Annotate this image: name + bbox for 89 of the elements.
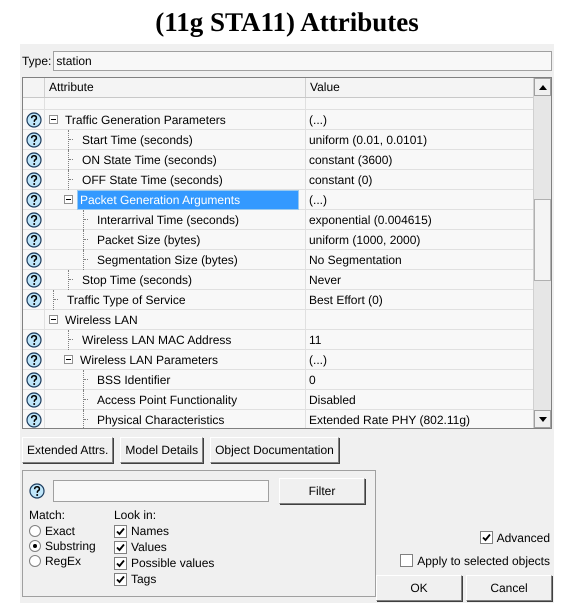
help-icon[interactable] xyxy=(29,483,45,499)
attribute-value[interactable]: uniform (1000, 2000) xyxy=(306,230,533,249)
help-icon[interactable] xyxy=(26,292,42,308)
attribute-name[interactable]: Start Time (seconds) xyxy=(80,130,195,148)
radio-label[interactable]: Substring xyxy=(45,536,96,554)
checkbox-label[interactable]: Values xyxy=(131,538,167,556)
attribute-name[interactable]: ON State Time (seconds) xyxy=(80,150,219,168)
attribute-name[interactable]: Stop Time (seconds) xyxy=(80,270,194,288)
help-icon[interactable] xyxy=(26,252,42,268)
collapse-icon[interactable] xyxy=(49,315,58,324)
help-icon[interactable] xyxy=(26,392,42,408)
checkbox-label[interactable]: Advanced xyxy=(496,528,550,546)
column-header[interactable]: Attribute xyxy=(45,78,306,97)
dialog-button[interactable]: Extended Attrs. xyxy=(22,437,114,463)
checkbox[interactable] xyxy=(114,524,127,538)
type-field[interactable]: station xyxy=(53,51,552,71)
scroll-down-button[interactable] xyxy=(534,410,551,428)
attribute-value[interactable]: exponential (0.004615) xyxy=(306,210,533,229)
attribute-name[interactable]: Wireless LAN xyxy=(63,310,140,328)
help-icon[interactable] xyxy=(26,152,42,168)
filter-button[interactable]: Filter xyxy=(279,478,365,504)
attribute-value[interactable]: (...) xyxy=(306,190,533,209)
help-icon[interactable] xyxy=(26,132,42,148)
dialog-button[interactable]: OK xyxy=(376,575,462,601)
checkbox[interactable] xyxy=(114,540,127,554)
help-icon[interactable] xyxy=(26,272,42,288)
attribute-name[interactable]: Interarrival Time (seconds) xyxy=(95,210,242,228)
collapse-icon[interactable] xyxy=(49,115,58,124)
checkbox-label[interactable]: Apply to selected objects xyxy=(417,552,550,570)
help-icon[interactable] xyxy=(26,212,42,228)
attribute-value[interactable]: Best Effort (0) xyxy=(306,290,533,309)
attribute-name[interactable]: Physical Characteristics xyxy=(95,410,226,428)
checkbox[interactable] xyxy=(400,554,414,567)
scrollbar[interactable] xyxy=(533,78,551,428)
type-label: Type: xyxy=(22,53,52,70)
dialog-button[interactable]: Cancel xyxy=(466,575,552,601)
up-arrow-icon xyxy=(538,84,546,90)
collapse-icon[interactable] xyxy=(64,355,73,364)
checkbox-label[interactable]: Names xyxy=(131,522,170,540)
look-in-label: Look in: xyxy=(114,508,158,523)
attribute-value[interactable]: uniform (0.01, 0.0101) xyxy=(306,130,533,149)
attribute-name[interactable]: Access Point Functionality xyxy=(95,390,240,408)
dialog-button[interactable]: Model Details xyxy=(120,437,204,463)
checkmark-icon xyxy=(482,533,491,542)
checkbox-label[interactable]: Tags xyxy=(131,570,156,588)
window-title: (11g STA11) Attributes xyxy=(154,6,420,39)
dialog-button[interactable]: Object Documentation xyxy=(210,437,339,463)
match-label: Match: xyxy=(29,508,66,523)
attribute-value[interactable]: constant (0) xyxy=(306,170,533,189)
attribute-value[interactable]: constant (3600) xyxy=(306,150,533,169)
radio-label[interactable]: Exact xyxy=(45,522,76,540)
attribute-value[interactable]: Extended Rate PHY (802.11g) xyxy=(306,410,533,428)
attribute-name[interactable]: Packet Size (bytes) xyxy=(95,230,202,248)
attribute-name[interactable]: Traffic Type of Service xyxy=(65,290,188,308)
attribute-value[interactable]: (...) xyxy=(306,110,533,129)
attribute-name[interactable]: Segmentation Size (bytes) xyxy=(95,250,240,268)
attribute-value[interactable]: 11 xyxy=(306,330,533,349)
attribute-name[interactable]: Wireless LAN MAC Address xyxy=(80,330,234,348)
help-icon[interactable] xyxy=(26,112,42,128)
scroll-up-button[interactable] xyxy=(534,78,551,96)
attribute-value[interactable]: Disabled xyxy=(306,390,533,409)
radio-button[interactable] xyxy=(29,540,41,552)
collapse-icon[interactable] xyxy=(64,195,73,204)
scroll-thumb[interactable] xyxy=(534,199,551,281)
radio-button[interactable] xyxy=(29,554,41,566)
checkbox-label[interactable]: Possible values xyxy=(131,554,214,572)
help-icon[interactable] xyxy=(26,372,42,388)
attribute-value[interactable]: No Segmentation xyxy=(306,250,533,269)
attribute-name[interactable]: Traffic Generation Parameters xyxy=(63,110,228,128)
attribute-name[interactable]: Wireless LAN Parameters xyxy=(78,350,220,368)
filter-field[interactable] xyxy=(53,480,269,502)
attribute-name[interactable]: BSS Identifier xyxy=(95,370,172,388)
help-icon[interactable] xyxy=(26,412,42,428)
attribute-value[interactable]: (...) xyxy=(306,350,533,369)
help-icon[interactable] xyxy=(26,352,42,368)
checkbox[interactable] xyxy=(114,556,127,570)
down-arrow-icon xyxy=(538,416,546,422)
help-icon[interactable] xyxy=(26,332,42,348)
help-icon[interactable] xyxy=(26,192,42,208)
radio-button[interactable] xyxy=(29,524,41,536)
checkbox[interactable] xyxy=(114,572,127,586)
help-icon[interactable] xyxy=(26,232,42,248)
checkbox[interactable] xyxy=(480,531,493,544)
radio-label[interactable]: RegEx xyxy=(45,552,82,570)
help-icon[interactable] xyxy=(26,172,42,188)
attribute-value[interactable]: 0 xyxy=(306,370,533,389)
attribute-value[interactable]: Never xyxy=(306,270,533,289)
column-header[interactable]: Value xyxy=(306,78,533,97)
attribute-name[interactable]: OFF State Time (seconds) xyxy=(80,170,225,188)
